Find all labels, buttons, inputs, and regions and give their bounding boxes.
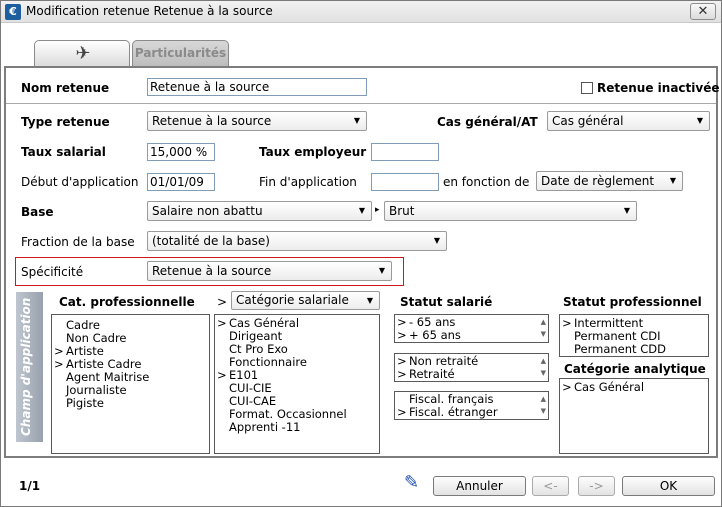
- divider: [6, 103, 716, 104]
- chevron-down-icon: ▼: [358, 206, 365, 215]
- title-bar: € Modification retenue Retenue à la sour…: [1, 1, 721, 23]
- page-counter: 1/1: [19, 479, 41, 493]
- cas-general-value: Cas général: [552, 114, 624, 128]
- cat-analytique-list[interactable]: > Cas Général: [559, 378, 709, 454]
- statut-pro-list[interactable]: > Intermittent Permanent CDI Permanent CD…: [559, 314, 709, 357]
- list-item[interactable]: > Fiscal. étranger: [395, 406, 548, 419]
- champ-application-label: Champ d'application: [19, 297, 33, 436]
- fin-application-field[interactable]: [371, 173, 439, 191]
- footer-bar: 1/1 ✎ Annuler <- -> OK: [1, 464, 721, 506]
- base-select[interactable]: Salaire non abattu ▼: [147, 201, 372, 221]
- base-label: Base: [21, 205, 54, 219]
- cat-sal-select-value: Catégorie salariale: [236, 293, 349, 307]
- type-retenue-label: Type retenue: [21, 115, 110, 129]
- statut-retraite-list[interactable]: > Non retraité > Retraité ▲ ▼: [394, 353, 549, 382]
- scroll-arrows-icon[interactable]: ▲ ▼: [541, 355, 546, 379]
- base-type-select[interactable]: Brut ▼: [384, 201, 637, 221]
- base-separator-icon: ▸: [375, 205, 380, 215]
- chevron-down-icon: ▼: [696, 116, 703, 125]
- cat-sal-marker: >: [217, 295, 228, 309]
- debut-application-label: Début d'application: [21, 175, 139, 189]
- list-item[interactable]: Pigiste: [52, 397, 209, 410]
- taux-employeur-label: Taux employeur: [259, 145, 367, 159]
- app-icon: €: [5, 4, 21, 20]
- chevron-down-icon: ▼: [433, 236, 440, 245]
- nom-retenue-field[interactable]: Retenue à la source: [147, 78, 367, 96]
- scroll-arrows-icon[interactable]: ▲ ▼: [541, 393, 546, 417]
- annuler-button[interactable]: Annuler: [433, 476, 526, 496]
- list-item[interactable]: Permanent CDD: [560, 343, 708, 356]
- statut-fiscal-list[interactable]: Fiscal. français > Fiscal. étranger ▲ ▼: [394, 391, 549, 420]
- statut-age-list[interactable]: > - 65 ans > + 65 ans ▲ ▼: [394, 314, 549, 343]
- specificite-label: Spécificité: [21, 265, 84, 279]
- chevron-down-icon: ▼: [366, 296, 373, 305]
- next-button[interactable]: ->: [578, 476, 615, 496]
- tab-bar: ✈ Particularités: [1, 24, 721, 68]
- cat-pro-list[interactable]: Cadre Non Cadre > Artiste > Artiste Cadre …: [51, 314, 210, 454]
- en-fonction-label: en fonction de: [443, 175, 530, 189]
- cas-general-select[interactable]: Cas général ▼: [547, 111, 710, 131]
- ok-button[interactable]: OK: [622, 476, 715, 496]
- fraction-base-select[interactable]: (totalité de la base) ▼: [147, 231, 447, 251]
- specificite-value: Retenue à la source: [152, 264, 272, 278]
- dialog-window: € Modification retenue Retenue à la sour…: [0, 0, 722, 507]
- fraction-base-value: (totalité de la base): [152, 234, 270, 248]
- list-item[interactable]: > Retraité: [395, 368, 548, 381]
- statut-pro-header: Statut professionnel: [563, 295, 702, 309]
- type-retenue-select[interactable]: Retenue à la source ▼: [147, 111, 367, 131]
- chevron-down-icon: ▼: [378, 266, 385, 275]
- debut-application-field[interactable]: 01/01/09: [147, 173, 215, 191]
- wrench-icon: ✈: [75, 43, 91, 64]
- chevron-down-icon: ▼: [669, 176, 676, 185]
- taux-salarial-label: Taux salarial: [21, 145, 106, 159]
- cat-pro-header: Cat. professionnelle: [59, 295, 195, 309]
- base-value: Salaire non abattu: [152, 204, 263, 218]
- specificite-select[interactable]: Retenue à la source ▼: [147, 261, 392, 281]
- cas-general-label: Cas général/AT: [437, 115, 538, 129]
- retenue-inactivee-checkbox[interactable]: [581, 82, 593, 94]
- retenue-inactivee-label: Retenue inactivée: [597, 81, 720, 95]
- chevron-down-icon: ▼: [353, 116, 360, 125]
- list-item[interactable]: > Cas Général: [560, 381, 708, 394]
- previous-button[interactable]: <-: [532, 476, 569, 496]
- fin-application-label: Fin d'application: [259, 175, 357, 189]
- statut-sal-header: Statut salarié: [400, 295, 493, 309]
- taux-salarial-field[interactable]: 15,000 %: [147, 143, 215, 161]
- chevron-down-icon: ▼: [623, 206, 630, 215]
- type-retenue-value: Retenue à la source: [152, 114, 272, 128]
- cat-analytique-header: Catégorie analytique: [564, 362, 706, 376]
- en-fonction-select[interactable]: Date de règlement ▼: [536, 171, 683, 191]
- nom-retenue-label: Nom retenue: [21, 81, 110, 95]
- tab-particularites[interactable]: Particularités: [132, 40, 229, 66]
- base-type-value: Brut: [389, 204, 415, 218]
- close-button[interactable]: ✕: [690, 3, 716, 20]
- en-fonction-value: Date de règlement: [541, 174, 655, 188]
- taux-employeur-field[interactable]: [371, 143, 439, 161]
- cat-sal-list[interactable]: > Cas Général Dirigeant Ct Pro Exo Foncti…: [214, 314, 380, 454]
- cat-sal-select[interactable]: Catégorie salariale ▼: [231, 291, 380, 310]
- pencil-icon[interactable]: ✎: [404, 472, 419, 493]
- list-item[interactable]: Apprenti -11: [215, 421, 379, 434]
- scroll-arrows-icon[interactable]: ▲ ▼: [541, 316, 546, 340]
- form-panel: Nom retenue Retenue à la source Retenue …: [4, 66, 720, 458]
- window-title: Modification retenue Retenue à la source: [26, 4, 273, 18]
- fraction-base-label: Fraction de la base: [21, 235, 135, 249]
- list-item[interactable]: > + 65 ans: [395, 329, 548, 342]
- tab-general[interactable]: ✈: [34, 40, 130, 66]
